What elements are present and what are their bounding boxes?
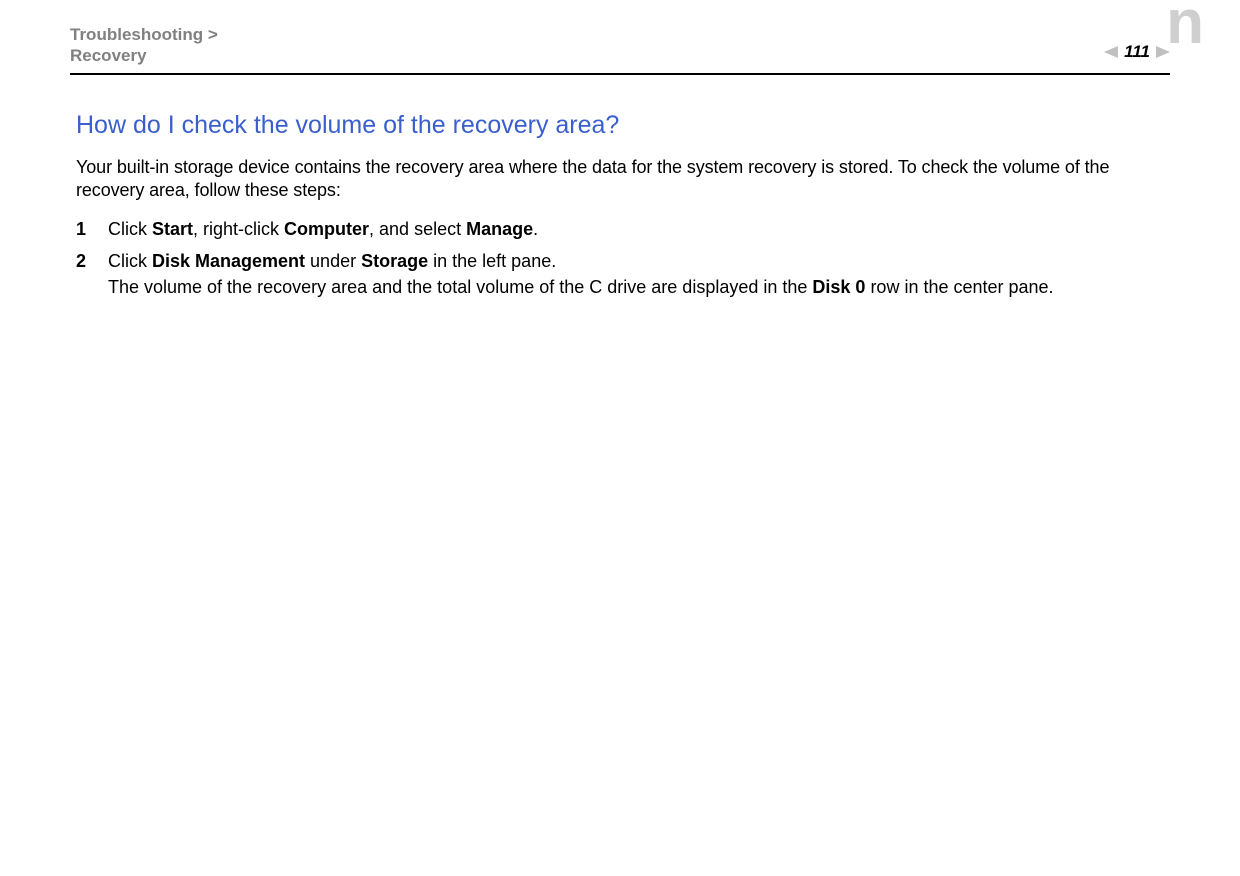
prev-page-icon[interactable] [1104,46,1118,58]
bold-term: Disk 0 [812,277,865,297]
header-rule [70,73,1170,75]
breadcrumb-section: Troubleshooting > [70,25,218,44]
pager: 111 [1104,42,1170,62]
step-number: 2 [76,248,108,300]
bold-term: Manage [466,219,533,239]
next-page-icon[interactable] [1156,46,1170,58]
step-item: 1Click Start, right-click Computer, and … [76,216,1164,242]
bold-term: Computer [284,219,369,239]
intro-paragraph: Your built-in storage device contains th… [76,156,1164,203]
corner-decor: n [1166,0,1204,54]
breadcrumb-subsection: Recovery [70,46,147,65]
bold-term: Storage [361,251,428,271]
step-body: Click Start, right-click Computer, and s… [108,216,1164,242]
bold-term: Disk Management [152,251,305,271]
steps-list: 1Click Start, right-click Computer, and … [76,216,1164,300]
document-page: n Troubleshooting > Recovery 111 How do … [0,0,1240,876]
page-header: Troubleshooting > Recovery 111 [70,24,1170,73]
breadcrumb: Troubleshooting > Recovery [70,24,218,67]
step-number: 1 [76,216,108,242]
step-item: 2Click Disk Management under Storage in … [76,248,1164,300]
bold-term: Start [152,219,193,239]
page-title: How do I check the volume of the recover… [76,111,1164,140]
content-area: How do I check the volume of the recover… [70,111,1170,301]
page-number: 111 [1124,42,1150,62]
step-body: Click Disk Management under Storage in t… [108,248,1164,300]
